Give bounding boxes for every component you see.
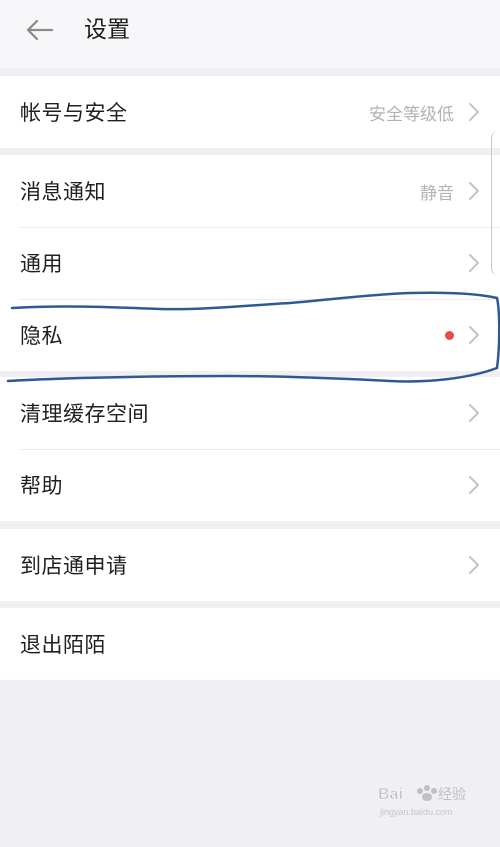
section-preferences: 消息通知 静音 通用 隐私: [0, 155, 500, 371]
page-title: 设置: [84, 17, 130, 43]
section-tools: 清理缓存空间 帮助: [0, 377, 500, 521]
settings-item-label: 消息通知: [20, 180, 106, 204]
back-arrow-icon: [26, 19, 54, 41]
settings-item-help[interactable]: 帮助: [0, 449, 500, 521]
settings-item-label: 清理缓存空间: [20, 402, 149, 426]
chevron-right-icon: [468, 403, 480, 423]
settings-item-label: 到店通申请: [20, 554, 128, 578]
settings-item-label: 隐私: [20, 324, 63, 348]
security-level-value: 安全等级低: [369, 104, 454, 125]
svg-text:Bai: Bai: [378, 786, 403, 803]
section-account: 帐号与安全 安全等级低: [0, 76, 500, 148]
settings-item-account-security[interactable]: 帐号与安全 安全等级低: [0, 76, 500, 148]
logout-label: 退出陌陌: [20, 633, 106, 657]
section-store: 到店通申请: [0, 529, 500, 601]
svg-text:经验: 经验: [438, 787, 466, 803]
settings-item-privacy[interactable]: 隐私: [0, 299, 500, 371]
chevron-right-icon: [468, 253, 480, 273]
new-badge-dot: [445, 330, 454, 340]
chevron-right-icon: [468, 325, 480, 345]
settings-item-label: 帮助: [20, 474, 63, 498]
chevron-right-icon: [468, 555, 480, 575]
settings-item-store-apply[interactable]: 到店通申请: [0, 529, 500, 601]
section-logout: 退出陌陌: [0, 608, 500, 680]
scroll-indicator: [491, 130, 500, 276]
chevron-right-icon: [468, 475, 480, 495]
notification-status-value: 静音: [420, 183, 454, 204]
settings-item-clear-cache[interactable]: 清理缓存空间: [0, 377, 500, 449]
settings-item-notifications[interactable]: 消息通知 静音: [0, 155, 500, 227]
svg-text:jingyan.baidu.com: jingyan.baidu.com: [379, 807, 453, 817]
chevron-right-icon: [468, 181, 480, 201]
settings-item-label: 通用: [20, 252, 63, 276]
back-button[interactable]: [22, 15, 56, 45]
header-bar: 设置: [0, 0, 500, 68]
baidu-jingyan-watermark: Bai 经验 jingyan.baidu.com: [376, 777, 476, 823]
logout-button[interactable]: 退出陌陌: [0, 608, 500, 680]
baidu-watermark-logo: Bai 经验 jingyan.baidu.com: [378, 785, 466, 817]
chevron-right-icon: [468, 102, 480, 122]
settings-item-label: 帐号与安全: [20, 101, 128, 125]
settings-item-general[interactable]: 通用: [0, 227, 500, 299]
